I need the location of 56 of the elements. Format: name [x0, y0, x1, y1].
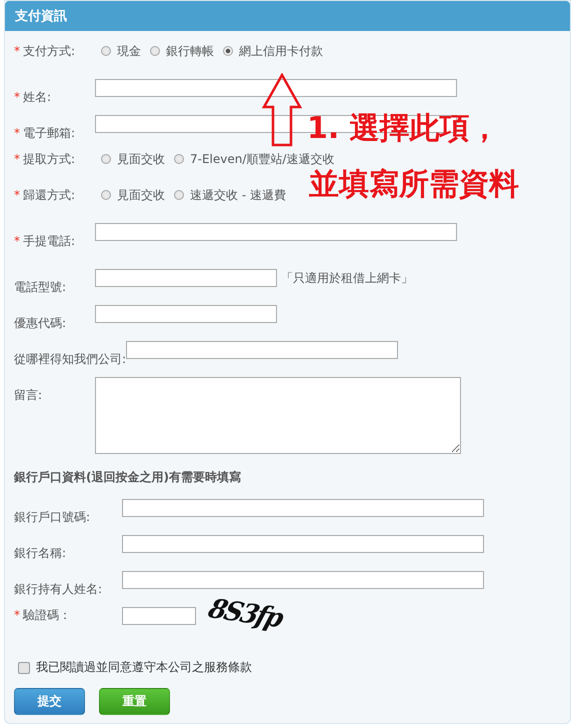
radio-label: 7-Eleven/順豐站/速遞交收 [190, 150, 334, 168]
required-mark: * [14, 608, 20, 622]
radio-button[interactable] [101, 46, 111, 56]
radio-label: 速遞交收 - 速遞費 [190, 186, 286, 204]
input-field[interactable] [126, 341, 398, 359]
input-field[interactable] [95, 79, 457, 97]
field-label: * 手提電話: [14, 233, 76, 249]
radio-label: 見面交收 [117, 150, 165, 168]
annotation-text: 1. 選擇此項， [307, 111, 500, 147]
required-mark: * [14, 126, 20, 140]
radio-label: 網上信用卡付款 [239, 42, 323, 60]
field-label: 銀行持有人姓名: [14, 581, 104, 597]
required-mark: * [14, 44, 20, 58]
input-field[interactable] [122, 499, 484, 517]
radio-button[interactable] [101, 190, 111, 200]
field-label: * 提取方式: [14, 151, 76, 167]
field-label: 銀行戶口號碼: [14, 509, 92, 525]
captcha-text: 8S3fp [204, 594, 286, 634]
radio-label: 銀行轉帳 [166, 42, 214, 60]
arrow-up-icon [261, 73, 303, 147]
input-field[interactable] [95, 223, 457, 241]
field-label: 從哪裡得知我們公司: [14, 351, 126, 367]
field-note: 「只適用於租借上網卡」 [281, 270, 413, 287]
submit-button[interactable]: 提交 [14, 688, 85, 715]
field-label: * 支付方式: [14, 43, 76, 59]
input-field[interactable] [95, 269, 277, 287]
radio-button[interactable] [174, 154, 184, 164]
field-label: * 歸還方式: [14, 187, 76, 203]
reset-button[interactable]: 重置 [99, 688, 170, 715]
annotation-text: 並填寫所需資料 [309, 167, 519, 203]
panel-title: 支付資訊 [5, 1, 570, 31]
field-label: 電話型號: [14, 279, 68, 295]
radio-label: 見面交收 [117, 186, 165, 204]
section-heading: 銀行戶口資料(退回按金之用)有需要時填寫 [14, 469, 242, 486]
required-mark: * [14, 152, 20, 166]
required-mark: * [14, 90, 20, 104]
field-label: * 姓名: [14, 89, 52, 105]
field-label: * 驗證碼： [14, 607, 72, 623]
radio-button[interactable] [150, 46, 160, 56]
field-label: 留言: [14, 387, 44, 403]
agree-checkbox[interactable] [18, 662, 30, 674]
field-label: 銀行名稱: [14, 545, 68, 561]
field-label: * 電子郵箱: [14, 125, 76, 141]
agree-label: 我已閱讀過並同意遵守本公司之服務條款 [36, 659, 252, 676]
message-field[interactable] [95, 377, 461, 454]
radio-button[interactable] [101, 154, 111, 164]
radio-label: 現金 [117, 42, 141, 60]
input-field[interactable] [122, 607, 196, 625]
radio-button[interactable] [174, 190, 184, 200]
required-mark: * [14, 234, 20, 248]
radio-button[interactable] [223, 46, 233, 56]
input-field[interactable] [122, 571, 484, 589]
field-label: 優惠代碼: [14, 315, 68, 331]
input-field[interactable] [122, 535, 484, 553]
required-mark: * [14, 188, 20, 202]
input-field[interactable] [95, 305, 277, 323]
